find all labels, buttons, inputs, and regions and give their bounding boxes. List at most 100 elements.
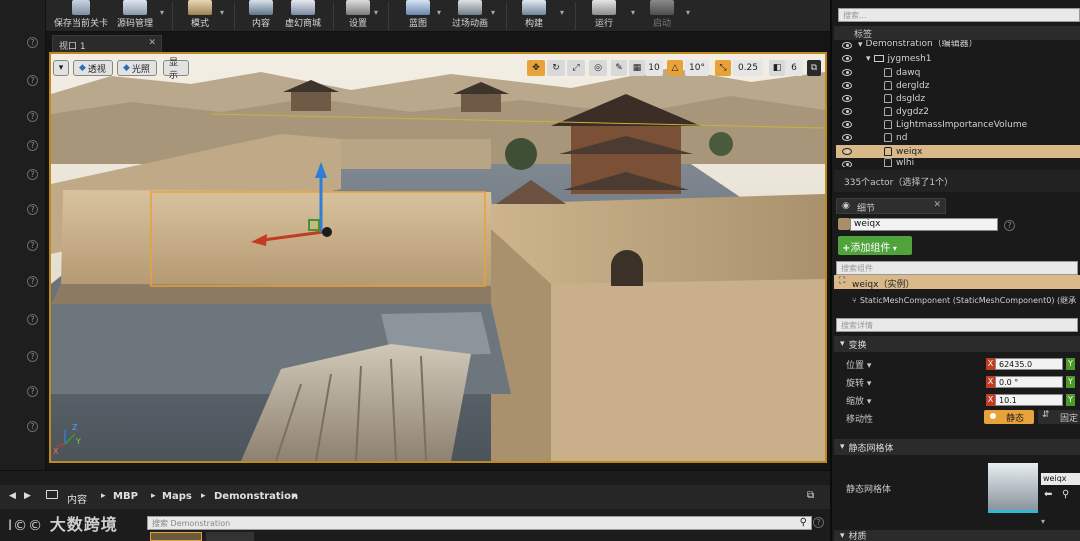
help-icon[interactable]: ? [27,169,38,180]
grid-snap-value[interactable]: 10 [645,60,663,76]
chevron-down-icon[interactable]: ▾ [858,40,863,50]
play-button[interactable]: 运行 [586,0,622,32]
eye-icon[interactable] [842,108,852,115]
chevron-down-icon[interactable]: ▾ [491,8,495,17]
eye-icon[interactable] [842,95,852,102]
scale-label[interactable]: 缩放 ▾ [846,394,871,407]
forward-icon[interactable]: ▶ [24,491,31,501]
scale-snap-icon[interactable]: ⤡ [715,60,731,76]
help-icon[interactable]: ? [27,314,38,325]
tab-details[interactable]: ◉ 细节 ✕ [836,198,946,214]
scale-snap-value[interactable]: 0.25 [733,60,763,76]
rotation-label[interactable]: 旋转 ▾ [846,376,871,389]
help-icon[interactable]: ? [27,421,38,432]
eye-icon[interactable] [842,82,852,89]
camera-speed-icon[interactable]: ◧ [769,60,785,76]
tree-row-item[interactable]: dergldz [836,79,1080,92]
chevron-down-icon[interactable]: ▾ [160,8,164,17]
tree-row-item[interactable]: wlhi [836,158,1080,167]
instance-row[interactable]: ⛶ weiqx（实例） [834,275,1080,290]
chevron-down-icon[interactable]: ▾ [1041,517,1045,526]
help-icon[interactable]: ? [27,204,38,215]
mobility-static-button[interactable]: 静态 [984,410,1034,424]
viewport-options-button[interactable]: ▾ [53,60,69,76]
maximize-icon[interactable]: ⧉ [807,60,821,76]
rotation-snap-icon[interactable]: △ [667,60,683,76]
tree-row-root[interactable]: ▾ Demonstration（编辑器） [836,40,1080,50]
help-icon[interactable]: ? [27,240,38,251]
asset-thumbnail[interactable] [206,532,254,541]
tree-row-item[interactable]: dawq [836,66,1080,79]
chevron-down-icon[interactable]: ▾ [686,8,690,17]
show-button[interactable]: 显示 [163,58,189,81]
breadcrumb-item[interactable]: Maps [162,491,192,502]
help-icon[interactable]: ? [27,276,38,287]
eye-icon[interactable] [842,121,852,128]
mesh-thumbnail[interactable] [988,463,1038,513]
launch-button[interactable]: 启动 [644,0,680,32]
component-row[interactable]: ⑂ StaticMeshComponent (StaticMeshComponen… [852,295,1080,309]
tree-row-folder[interactable]: ▾ jygmesh1 [836,52,1080,65]
translate-mode-icon[interactable]: ✥ [527,60,545,76]
back-icon[interactable]: ◀ [9,491,16,501]
help-icon[interactable]: ? [27,75,38,86]
content-button[interactable]: 内容 [243,0,279,32]
lock-icon[interactable]: ⧉ [807,490,814,501]
component-search-input[interactable]: 搜索组件 [836,261,1078,275]
camera-speed-value[interactable]: 6 [785,60,803,76]
arrow-left-icon[interactable]: ⬅ [1044,489,1052,500]
scale-x-field[interactable]: 10.1 [995,394,1063,406]
lit-mode-button[interactable]: ◆ 光照 [117,60,157,76]
help-icon[interactable]: ? [27,111,38,122]
chevron-down-icon[interactable]: ▾ [560,8,564,17]
level-viewport[interactable]: Z Y X ▾ ◆ 透视 ◆ 光照 显示 ✥ ↻ ⤢ ◎ ✎ ▦ 10 △ 10° … [49,52,827,463]
asset-thumbnail[interactable] [150,532,202,541]
help-icon[interactable]: ? [1004,220,1015,231]
grid-snap-icon[interactable]: ▦ [629,60,645,76]
help-icon[interactable]: ? [813,517,824,528]
modes-button[interactable]: 模式 [180,0,220,32]
close-icon[interactable]: ✕ [933,200,941,210]
help-icon[interactable]: ? [27,140,38,151]
chevron-down-icon[interactable]: ▾ [631,8,635,17]
surface-snap-icon[interactable]: ✎ [611,60,627,76]
breadcrumb-item[interactable]: MBP [113,491,138,502]
rotation-x-field[interactable]: 0.0 ° [995,376,1063,388]
scale-mode-icon[interactable]: ⤢ [567,60,585,76]
eye-icon[interactable] [842,55,852,62]
tree-row-item[interactable]: nd [836,131,1080,144]
chevron-down-icon[interactable]: ▾ [220,8,224,17]
build-button[interactable]: 构建 [516,0,552,32]
eye-icon[interactable] [842,134,852,141]
source-control-button[interactable]: 源码管理 [113,0,157,32]
tree-row-selected[interactable]: weiqx [836,145,1080,158]
tree-row-item[interactable]: LightmassImportanceVolume [836,118,1080,131]
marketplace-button[interactable]: 虚幻商城 [283,0,323,32]
eye-icon[interactable] [842,42,852,49]
material-section-header[interactable]: ▾ 材质 [834,530,1080,541]
actor-name-input[interactable]: weiqx [850,218,998,231]
cinematics-button[interactable]: 过场动画 [449,0,491,32]
outliner-header[interactable]: 标签 [834,26,1080,40]
location-x-field[interactable]: 62435.0 [995,358,1063,370]
tree-row-item[interactable]: dygdz2 [836,105,1080,118]
chevron-right-icon[interactable]: ▸ [293,491,298,501]
search-icon[interactable]: ⚲ [1062,489,1069,500]
help-icon[interactable]: ? [27,386,38,397]
chevron-right-icon[interactable]: ▸ [101,491,106,501]
settings-button[interactable]: 设置 [340,0,376,32]
eye-icon[interactable] [842,69,852,76]
outliner-search-input[interactable]: 搜索... [838,8,1080,22]
transform-section-header[interactable]: ▾ 变换 [834,336,1080,352]
eye-icon[interactable] [842,148,852,155]
perspective-button[interactable]: ◆ 透视 [73,60,113,76]
close-icon[interactable]: ✕ [148,38,156,48]
location-label[interactable]: 位置 ▾ [846,358,871,371]
mobility-fixed-button[interactable]: ⇵ 固定 [1038,410,1080,424]
blueprint-button[interactable]: 蓝图 [400,0,436,32]
breadcrumb-item[interactable]: 内容 [67,491,87,506]
chevron-right-icon[interactable]: ▸ [201,491,206,501]
help-icon[interactable]: ? [27,351,38,362]
save-level-button[interactable]: 保存当前关卡 [52,0,110,32]
static-mesh-picker[interactable]: weiqx [1041,473,1080,485]
